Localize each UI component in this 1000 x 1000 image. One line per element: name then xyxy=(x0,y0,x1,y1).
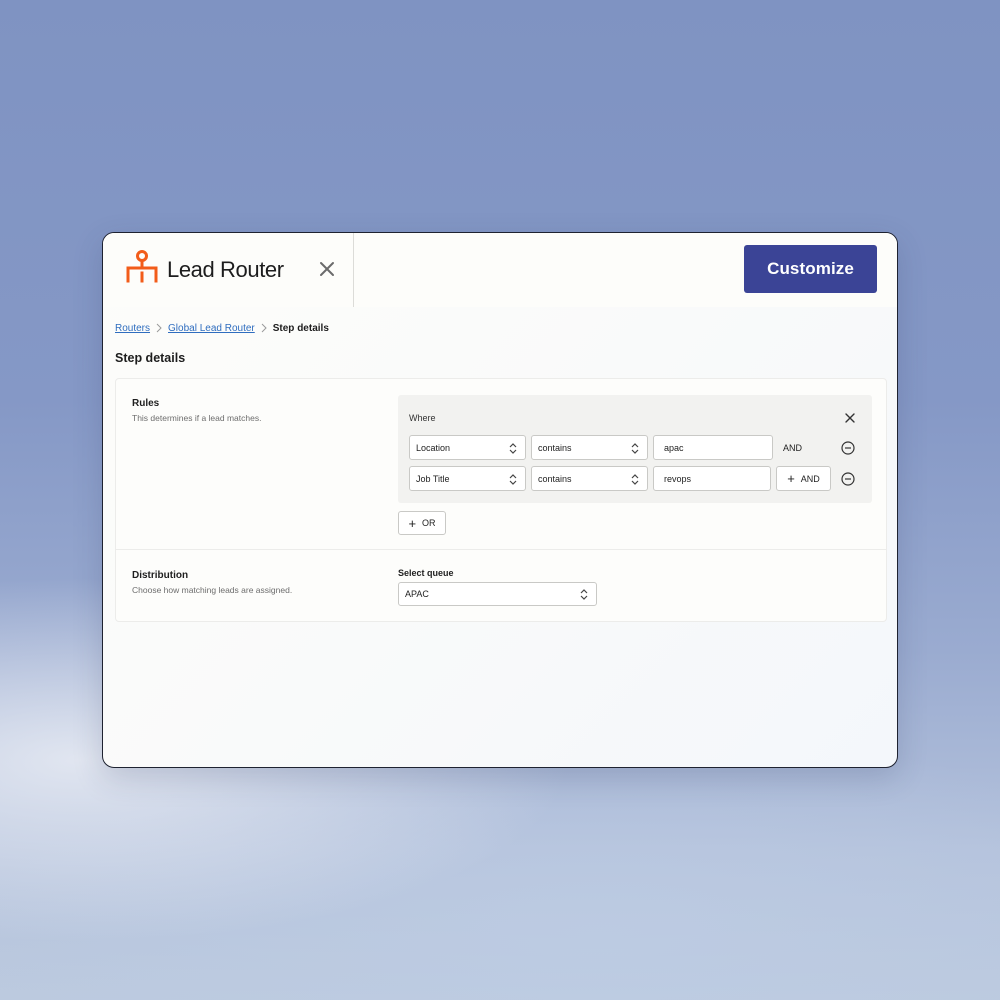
condition-operator-value: contains xyxy=(538,442,572,453)
rules-label: Rules xyxy=(132,398,160,409)
brand-area: Lead Router xyxy=(103,233,354,307)
plus-icon: + xyxy=(787,471,795,486)
queue-select-value: APAC xyxy=(405,589,429,599)
lead-router-logo-icon xyxy=(126,250,158,283)
close-icon[interactable] xyxy=(319,261,335,277)
condition-operator-select[interactable]: contains xyxy=(531,466,648,491)
condition-field-value: Location xyxy=(416,442,451,453)
condition-operator-value: contains xyxy=(538,473,572,484)
customize-button[interactable]: Customize xyxy=(744,245,877,293)
remove-condition-icon[interactable] xyxy=(841,441,855,455)
breadcrumb-routers-link[interactable]: Routers xyxy=(115,323,150,334)
chevron-up-down-icon xyxy=(509,443,517,454)
condition-value-input[interactable]: revops xyxy=(653,466,771,491)
queue-select[interactable]: APAC xyxy=(398,582,597,606)
rule-group: Where Location contains apac AND Job Tit… xyxy=(398,395,872,503)
condition-field-select[interactable]: Location xyxy=(409,435,526,460)
add-and-condition-button[interactable]: + AND xyxy=(776,466,831,491)
plus-icon: + xyxy=(408,515,417,531)
page-title: Step details xyxy=(115,351,186,365)
app-name: Lead Router xyxy=(167,257,284,282)
distribution-label: Distribution xyxy=(132,570,189,581)
breadcrumb: Routers Global Lead Router Step details xyxy=(115,321,329,335)
add-or-group-button[interactable]: + OR xyxy=(398,511,446,535)
close-icon[interactable] xyxy=(845,413,855,423)
chevron-up-down-icon xyxy=(631,474,639,485)
chevron-right-icon xyxy=(261,323,267,333)
section-divider xyxy=(116,549,886,550)
chevron-up-down-icon xyxy=(580,589,588,600)
remove-condition-icon[interactable] xyxy=(841,472,855,486)
condition-operator-select[interactable]: contains xyxy=(531,435,648,460)
add-or-label: OR xyxy=(422,518,436,528)
condition-field-value: Job Title xyxy=(416,473,450,484)
chevron-right-icon xyxy=(156,323,162,333)
breadcrumb-current: Step details xyxy=(272,322,329,334)
lead-router-window: Lead Router Customize Routers Global Lea… xyxy=(102,232,898,768)
and-conjunction-label: AND xyxy=(783,443,803,453)
condition-value-input[interactable]: apac xyxy=(653,435,773,460)
chevron-up-down-icon xyxy=(631,443,639,454)
step-details-card: Rules This determines if a lead matches.… xyxy=(115,378,887,622)
rules-description: This determines if a lead matches. xyxy=(132,413,262,423)
distribution-description: Choose how matching leads are assigned. xyxy=(132,585,293,595)
where-label: Where xyxy=(409,413,436,423)
chevron-up-down-icon xyxy=(509,474,517,485)
condition-field-select[interactable]: Job Title xyxy=(409,466,526,491)
select-queue-label: Select queue xyxy=(398,568,454,578)
add-and-label: AND xyxy=(800,473,820,484)
app-header: Lead Router Customize xyxy=(103,233,897,307)
breadcrumb-global-lead-router-link[interactable]: Global Lead Router xyxy=(168,323,255,334)
